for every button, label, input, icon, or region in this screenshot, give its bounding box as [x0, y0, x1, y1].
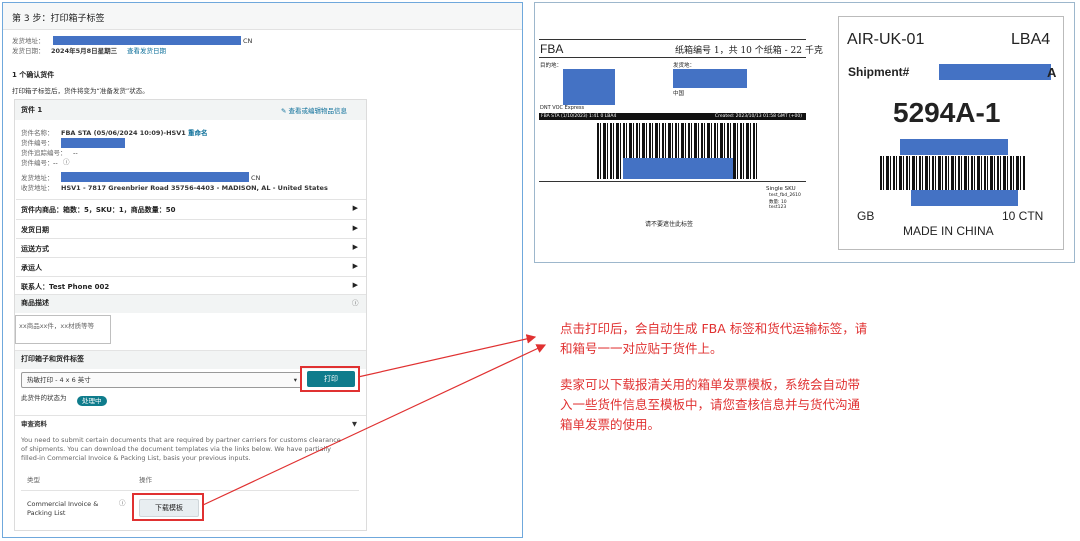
annotation-note-1: 点击打印后，会自动生成 FBA 标签和货代运输标签，请 和箱号一一对应贴于货件上…	[560, 319, 867, 359]
note-line: 和箱号一一对应贴于货件上。	[560, 341, 723, 356]
note-line: 点击打印后，会自动生成 FBA 标签和货代运输标签，请	[560, 321, 868, 336]
note-line: 箱单发票的使用。	[560, 417, 661, 432]
annotation-arrows	[202, 334, 547, 506]
annotation-note-2: 卖家可以下载报清关用的箱单发票模板，系统会自动带 入一些货件信息至模板中，请您查…	[560, 375, 860, 435]
note-line: 入一些货件信息至模板中，请您查核信息并与货代沟通	[560, 397, 861, 412]
arrow-to-label-preview	[357, 334, 537, 378]
arrow-to-template-note	[202, 344, 547, 506]
note-line: 卖家可以下载报清关用的箱单发票模板，系统会自动带	[560, 377, 861, 392]
